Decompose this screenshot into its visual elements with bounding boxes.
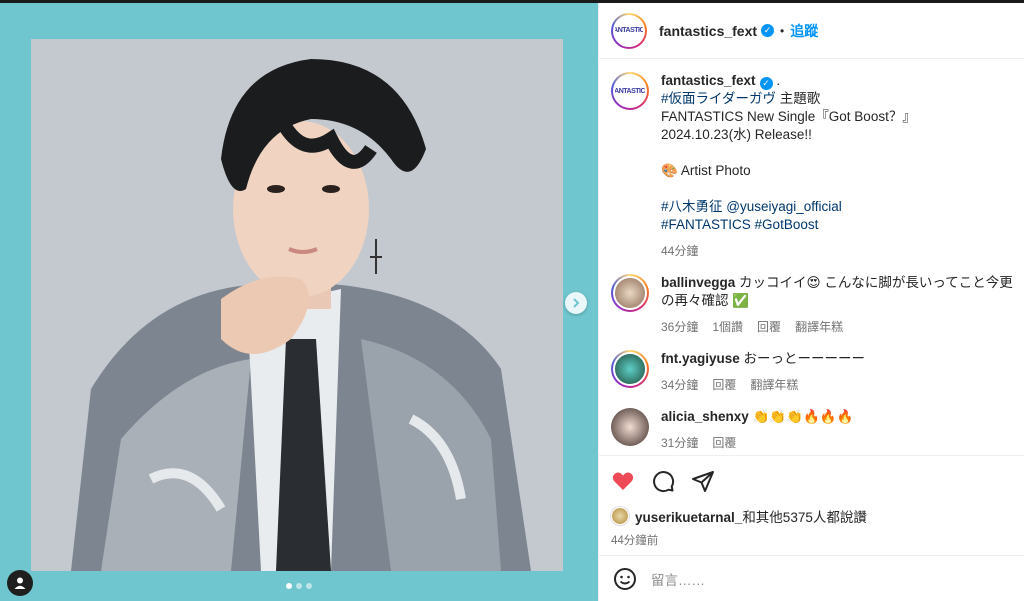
translate-button[interactable]: 翻譯年糕 (795, 318, 843, 336)
author-avatar[interactable]: FANTASTICS (611, 12, 647, 49)
caption-row: FANTASTICS fantastics_fext✓ . #仮面ライダーガヴ … (611, 72, 1013, 260)
caption-time: 44分鐘 (661, 244, 699, 258)
commenter-avatar[interactable] (611, 274, 649, 312)
comment-username[interactable]: fnt.yagiyuse (661, 351, 740, 366)
comment-item: fnt.yagiyuse おーっとーーーーー 34分鐘 回覆 翻譯年糕 (611, 350, 1013, 394)
verified-badge-icon: ✓ (759, 76, 773, 90)
post-media (0, 3, 598, 601)
emoji-icon[interactable] (613, 567, 637, 591)
verified-badge-icon: ✓ (761, 24, 775, 37)
action-bar (611, 456, 1013, 506)
avatar-image (613, 276, 647, 310)
comment-icon[interactable] (651, 469, 675, 493)
chevron-right-icon (573, 298, 580, 308)
comment-time: 36分鐘 (661, 320, 699, 334)
likes-summary[interactable]: yuserikuetarnal_和其他5375人都說讚 (611, 506, 1013, 526)
heart-icon[interactable] (611, 469, 635, 493)
caption-text: FANTASTICS New Single『Got Boost？』 (661, 109, 916, 124)
comment-time: 31分鐘 (661, 436, 699, 450)
avatar-image (613, 352, 647, 386)
comment-text: 👏👏👏🔥🔥🔥 (752, 409, 854, 424)
commenter-avatar[interactable] (611, 350, 649, 388)
comment-body: ballinvegga カッコイイ😍 こんなに脚が長いってこと今更の再々確認 ✅… (661, 274, 1013, 336)
avatar-logo: FANTASTICS (613, 74, 647, 108)
tagged-people-button[interactable] (7, 570, 33, 596)
carousel-next-button[interactable] (565, 292, 587, 314)
hashtag-link[interactable]: #GotBoost (755, 217, 819, 232)
post-photo (31, 39, 563, 571)
likes-count-text: 和其他5375人都說讚 (742, 510, 867, 525)
comment-body: alicia_shenxy 👏👏👏🔥🔥🔥 31分鐘 回覆 (661, 408, 853, 452)
liker-avatar (611, 507, 629, 525)
comments-list[interactable]: FANTASTICS fantastics_fext✓ . #仮面ライダーガヴ … (599, 60, 1024, 455)
comment-username[interactable]: alicia_shenxy (661, 409, 749, 424)
caption-body: fantastics_fext ✓ . #仮面ライダーガヴ 主題歌 FANTAST… (661, 72, 916, 260)
caption-trailing: . (776, 73, 781, 88)
header-separator: • (780, 23, 785, 38)
comment-body: fnt.yagiyuse おーっとーーーーー 34分鐘 回覆 翻譯年糕 (661, 350, 865, 394)
caption-text: 2024.10.23(水) Release!! (661, 127, 812, 142)
follow-button[interactable]: 追蹤 (790, 21, 818, 41)
comment-likes[interactable]: 1個讚 (712, 318, 743, 336)
caption-text: 主題歌 (775, 91, 821, 106)
comment-time: 34分鐘 (661, 378, 699, 392)
liker-username[interactable]: yuserikuetarnal_ (635, 510, 742, 525)
comment-item: ballinvegga カッコイイ😍 こんなに脚が長いってこと今更の再々確認 ✅… (611, 274, 1013, 336)
translate-button[interactable]: 翻譯年糕 (750, 376, 798, 394)
caption-username[interactable]: fantastics_fext (661, 73, 756, 88)
comment-username[interactable]: ballinvegga (661, 275, 735, 290)
post-time: 44分鐘前 (611, 535, 659, 547)
carousel-indicator (0, 583, 598, 589)
author-username[interactable]: fantastics_fext (659, 23, 757, 39)
hashtag-link[interactable]: #仮面ライダーガヴ (661, 91, 776, 106)
caption-avatar[interactable]: FANTASTICS (611, 72, 649, 110)
hashtag-link[interactable]: #FANTASTICS (661, 217, 751, 232)
share-icon[interactable] (691, 469, 715, 493)
post-side-panel: FANTASTICS fantastics_fext ✓ • 追蹤 FANTAS… (598, 3, 1024, 601)
reply-button[interactable]: 回覆 (712, 376, 736, 394)
carousel-dot-2 (296, 583, 302, 589)
comment-input[interactable]: 留言…… (651, 569, 705, 589)
caption-text: Artist Photo (677, 163, 751, 178)
user-icon (14, 577, 26, 589)
avatar-logo: FANTASTICS (613, 14, 645, 47)
palette-icon: 🎨 (661, 163, 678, 178)
post-header: FANTASTICS fantastics_fext ✓ • 追蹤 (599, 3, 1024, 59)
carousel-dot-3 (306, 583, 312, 589)
reply-button[interactable]: 回覆 (712, 434, 736, 452)
mention-link[interactable]: @yuseiyagi_official (726, 199, 842, 214)
add-comment-bar: 留言…… (599, 555, 1024, 601)
hashtag-link[interactable]: #八木勇征 (661, 199, 723, 214)
comment-text: おーっとーーーーー (743, 351, 866, 366)
carousel-dot-1 (286, 583, 292, 589)
reply-button[interactable]: 回覆 (757, 318, 781, 336)
commenter-avatar[interactable] (611, 408, 649, 446)
comment-item: alicia_shenxy 👏👏👏🔥🔥🔥 31分鐘 回覆 (611, 408, 1013, 452)
post-actions: yuserikuetarnal_和其他5375人都說讚 44分鐘前 (599, 455, 1024, 555)
